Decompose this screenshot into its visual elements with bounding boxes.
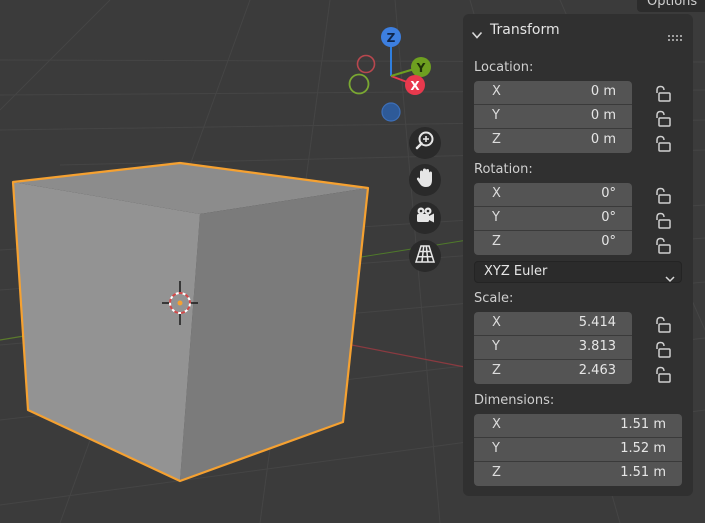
rotation-x-value: 0° [601,186,616,201]
rotation-mode-value: XYZ Euler [484,264,548,279]
scale-z-field[interactable]: Z 2.463 [474,360,632,384]
rotation-z-field[interactable]: Z 0° [474,231,632,255]
lock-icon[interactable] [653,341,673,361]
dimensions-y-field[interactable]: Y 1.52 m [474,438,682,462]
rotation-y-value: 0° [601,210,616,225]
axis-label: Y [492,441,500,456]
gizmo-z-label: Z [387,31,396,45]
dimensions-y-value: 1.52 m [620,441,666,456]
rotation-mode-dropdown[interactable]: XYZ Euler [474,261,682,283]
transform-panel: Transform Location: X 0 m Y 0 m Z 0 m Rotat… [463,14,693,496]
scale-y-value: 3.813 [578,339,616,354]
scale-x-value: 5.414 [578,315,616,330]
lock-icon[interactable] [653,187,673,207]
axis-label: X [492,315,501,330]
gizmo-x-label: X [410,79,420,93]
scale-x-field[interactable]: X 5.414 [474,312,632,336]
neg-z-axis-ball [381,102,401,122]
drag-handle-icon[interactable] [668,28,684,47]
chevron-down-icon[interactable] [471,25,483,44]
location-x-field[interactable]: X 0 m [474,81,632,105]
lock-icon[interactable] [653,366,673,386]
rotation-label: Rotation: [474,162,533,177]
dimensions-x-field[interactable]: X 1.51 m [474,414,682,438]
scale-label: Scale: [474,291,514,306]
camera-icon [414,205,436,231]
dimensions-z-field[interactable]: Z 1.51 m [474,462,682,486]
location-fields: X 0 m Y 0 m Z 0 m [474,81,632,153]
dimensions-fields: X 1.51 m Y 1.52 m Z 1.51 m [474,414,682,486]
location-y-field[interactable]: Y 0 m [474,105,632,129]
axis-label: Z [492,363,501,378]
rotation-fields: X 0° Y 0° Z 0° [474,183,632,255]
grid-perspective-icon [414,243,436,269]
dimensions-z-value: 1.51 m [620,465,666,480]
axis-label: X [492,84,501,99]
lock-icon[interactable] [653,237,673,257]
gizmo-y-label: Y [416,61,426,75]
lock-icon[interactable] [653,85,673,105]
perspective-toggle-button[interactable] [409,240,441,272]
pan-button[interactable] [409,164,441,196]
scale-z-value: 2.463 [578,363,616,378]
axis-label: Z [492,234,501,249]
axis-label: Y [492,108,500,123]
rotation-z-value: 0° [601,234,616,249]
options-tab[interactable]: Options [637,0,705,12]
axis-label: X [492,417,501,432]
panel-title: Transform [490,22,560,38]
lock-icon[interactable] [653,316,673,336]
axis-label: Y [492,339,500,354]
location-z-value: 0 m [590,132,616,147]
lock-icon[interactable] [653,110,673,130]
chevron-down-icon [665,268,675,287]
dimensions-label: Dimensions: [474,393,555,408]
lock-icon[interactable] [653,135,673,155]
lock-icon[interactable] [653,212,673,232]
hand-pan-icon [414,167,436,193]
axis-label: Z [492,465,501,480]
location-z-field[interactable]: Z 0 m [474,129,632,153]
transform-panel-header[interactable]: Transform [463,18,693,44]
options-tab-label: Options [647,0,698,9]
axis-label: Z [492,132,501,147]
location-y-value: 0 m [590,108,616,123]
camera-view-button[interactable] [409,202,441,234]
scale-y-field[interactable]: Y 3.813 [474,336,632,360]
location-label: Location: [474,60,534,75]
rotation-x-field[interactable]: X 0° [474,183,632,207]
location-x-value: 0 m [590,84,616,99]
axis-label: Y [492,210,500,225]
dimensions-x-value: 1.51 m [620,417,666,432]
axis-label: X [492,186,501,201]
zoom-button[interactable] [409,127,441,159]
rotation-y-field[interactable]: Y 0° [474,207,632,231]
zoom-icon [414,130,436,156]
scale-fields: X 5.414 Y 3.813 Z 2.463 [474,312,632,384]
